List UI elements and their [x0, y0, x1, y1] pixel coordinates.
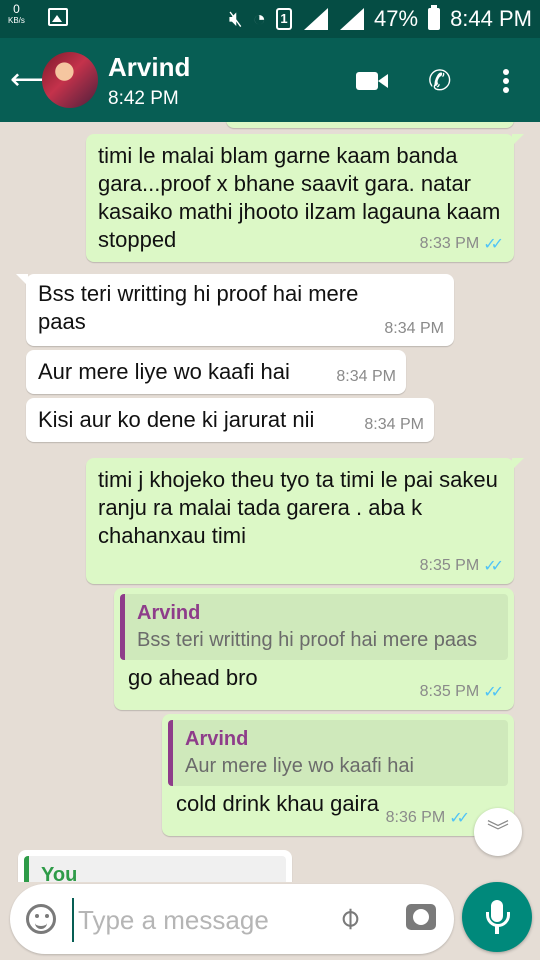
message-time: 8:35 PM	[419, 557, 480, 574]
avatar[interactable]	[42, 52, 98, 108]
phone-icon[interactable]: ✆	[428, 66, 462, 96]
quoted-message[interactable]: Arvind Bss teri writting hi proof hai me…	[120, 594, 508, 660]
message-time: 8:34 PM	[384, 320, 444, 337]
chat-area[interactable]: timi le malai blam garne kaam banda gara…	[0, 122, 540, 882]
camera-icon[interactable]	[406, 904, 436, 930]
message-meta: 8:35 PM ✓✓	[420, 556, 504, 576]
quoted-text: Aur mere liye wo kaafi hai	[185, 755, 414, 777]
mute-icon: 🔇︎	[228, 6, 243, 31]
message-time: 8:34 PM	[364, 416, 424, 433]
signal-icon	[302, 8, 329, 30]
scroll-down-button[interactable]: ︾	[474, 808, 522, 856]
reply-bubble-in-partial[interactable]: You	[18, 850, 292, 882]
status-icons: 🔇︎ ◔ 1 47% 8:44 PM	[228, 5, 532, 32]
chat-header: ⟵ Arvind 8:42 PM ✆	[0, 38, 540, 122]
message-text: timi j khojeko theu tyo ta timi le pai s…	[98, 467, 498, 548]
contact-name[interactable]: Arvind	[108, 52, 190, 83]
quoted-text: Bss teri writting hi proof hai mere paas	[137, 629, 478, 651]
quoted-author: Arvind	[185, 728, 249, 750]
quoted-message[interactable]: Arvind Aur mere liye wo kaafi hai	[168, 720, 508, 786]
message-meta: 8:35 PM ✓✓	[420, 682, 504, 702]
quoted-author: You	[41, 864, 78, 882]
video-call-icon[interactable]	[356, 66, 390, 96]
message-text: Bss teri writting hi proof hai mere paas	[38, 281, 359, 334]
message-input[interactable]	[72, 898, 330, 942]
attach-icon[interactable]: ⌀	[330, 899, 368, 937]
message-bubble-in[interactable]: Aur mere liye wo kaafi hai 8:34 PM	[26, 350, 406, 394]
chevron-down-icon: ︾	[486, 819, 509, 844]
message-bubble-in[interactable]: Bss teri writting hi proof hai mere paas…	[16, 274, 454, 346]
net-speed-indicator: 0 KB/s	[8, 3, 25, 27]
quoted-message[interactable]: You	[24, 856, 286, 882]
message-meta: 8:33 PM ✓✓	[420, 234, 504, 254]
signal-icon-2	[338, 8, 365, 30]
battery-percent: 47%	[374, 6, 419, 31]
status-bar: 0 KB/s 🔇︎ ◔ 1 47% 8:44 PM	[0, 0, 540, 38]
battery-icon	[428, 5, 441, 30]
reply-bubble-out[interactable]: Arvind Bss teri writting hi proof hai me…	[114, 588, 514, 710]
wifi-icon: ◔	[252, 6, 267, 31]
net-speed-unit: KB/s	[8, 16, 25, 25]
sim-icon: 1	[276, 8, 293, 30]
read-ticks-icon: ✓✓	[449, 810, 470, 827]
clock: 8:44 PM	[450, 6, 532, 31]
mic-button[interactable]	[462, 882, 532, 952]
more-vert-icon[interactable]	[496, 66, 516, 96]
message-time: 8:35 PM	[419, 683, 480, 700]
message-time: 8:33 PM	[419, 235, 480, 252]
mic-icon	[495, 926, 499, 934]
message-meta: 8:34 PM	[384, 320, 444, 338]
message-time: 8:34 PM	[336, 368, 396, 385]
emoji-icon[interactable]	[26, 904, 56, 934]
message-bubble-out[interactable]: timi j khojeko theu tyo ta timi le pai s…	[86, 458, 524, 584]
message-meta: 8:34 PM	[364, 416, 424, 434]
last-seen: 8:42 PM	[108, 88, 179, 109]
read-ticks-icon: ✓✓	[483, 684, 504, 701]
message-bubble-out[interactable]: timi le malai blam garne kaam banda gara…	[86, 134, 524, 262]
net-speed-value: 0	[13, 2, 20, 16]
message-meta: 8:34 PM	[336, 368, 396, 386]
quoted-author: Arvind	[137, 602, 201, 624]
message-bubble-in[interactable]: Kisi aur ko dene ki jarurat nii 8:34 PM	[26, 398, 434, 442]
message-time: 8:36 PM	[385, 809, 446, 826]
image-notification-icon	[48, 8, 68, 26]
read-ticks-icon: ✓✓	[483, 236, 504, 253]
message-composer: ⌀	[10, 884, 454, 954]
message-meta: 8:36 PM ✓✓	[386, 808, 470, 828]
message-bubble-partial	[226, 122, 514, 128]
reply-bubble-out[interactable]: Arvind Aur mere liye wo kaafi hai cold d…	[162, 714, 514, 836]
read-ticks-icon: ✓✓	[483, 558, 504, 575]
